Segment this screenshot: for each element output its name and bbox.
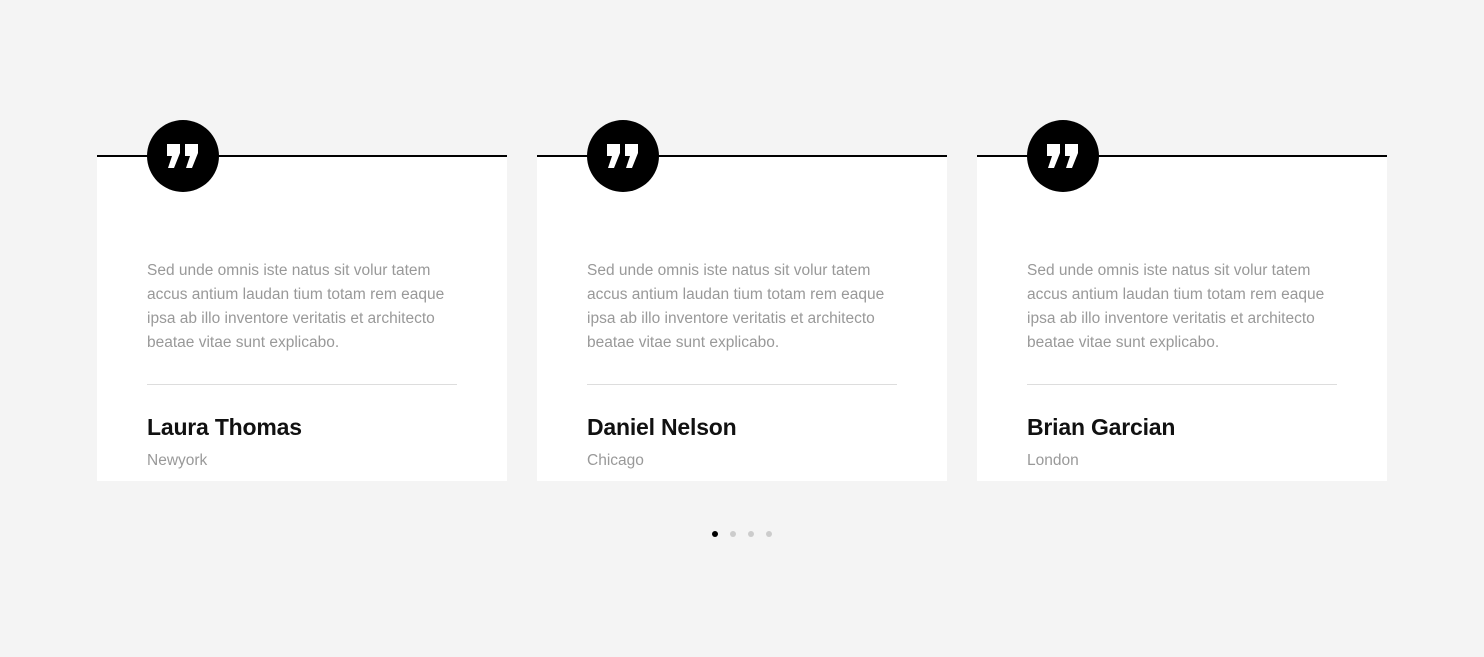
pagination-dot-4[interactable] <box>766 531 772 537</box>
card-divider <box>147 384 457 385</box>
testimonial-quote: Sed unde omnis iste natus sit volur tate… <box>587 262 885 351</box>
author-name: Laura Thomas <box>147 414 302 440</box>
author-city: Newyork <box>147 452 208 469</box>
testimonial-card-body: Sed unde omnis iste natus sit volur tate… <box>537 155 947 481</box>
testimonial-card: Sed unde omnis iste natus sit volur tate… <box>537 120 947 481</box>
quote-icon <box>147 120 219 192</box>
pagination-dot-2[interactable] <box>730 531 736 537</box>
author-city: Chicago <box>587 452 644 469</box>
author-name: Daniel Nelson <box>587 414 737 440</box>
testimonial-card: Sed unde omnis iste natus sit volur tate… <box>977 120 1387 481</box>
carousel-pagination <box>712 531 774 537</box>
testimonial-carousel: Sed unde omnis iste natus sit volur tate… <box>97 120 1387 481</box>
author-name: Brian Garcian <box>1027 414 1176 440</box>
testimonial-quote: Sed unde omnis iste natus sit volur tate… <box>147 262 445 351</box>
quote-icon <box>587 120 659 192</box>
testimonial-card: Sed unde omnis iste natus sit volur tate… <box>97 120 507 481</box>
testimonial-card-body: Sed unde omnis iste natus sit volur tate… <box>977 155 1387 481</box>
author-city: London <box>1027 452 1079 469</box>
pagination-dot-3[interactable] <box>748 531 754 537</box>
testimonial-quote: Sed unde omnis iste natus sit volur tate… <box>1027 262 1325 351</box>
testimonial-card-body: Sed unde omnis iste natus sit volur tate… <box>97 155 507 481</box>
card-divider <box>587 384 897 385</box>
quote-icon <box>1027 120 1099 192</box>
card-divider <box>1027 384 1337 385</box>
pagination-dot-1[interactable] <box>712 531 718 537</box>
